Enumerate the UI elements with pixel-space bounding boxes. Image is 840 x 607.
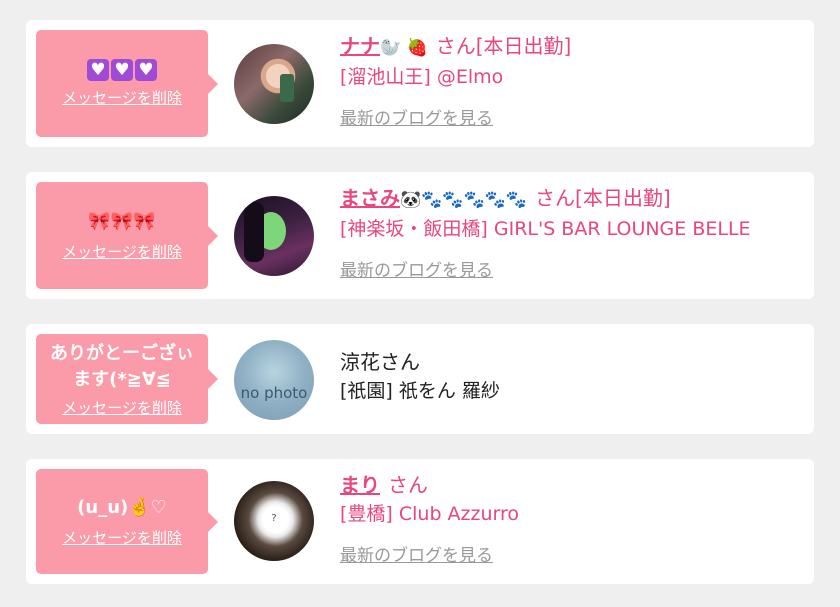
avatar[interactable] xyxy=(234,44,314,124)
shop-text: [神楽坂・飯田橋] GIRL'S BAR LOUNGE BELLE xyxy=(340,218,751,240)
cast-info: 涼花さん [祇園] 祇をん 羅紗 xyxy=(340,348,804,406)
name-decoration: 🐼🐾🐾🐾🐾🐾 xyxy=(400,190,528,210)
message-text: ありがとーござぃ ます(*≧∀≦ xyxy=(50,342,194,390)
cast-info: ナナ🦭 🍓 さん[本日出勤] [溜池山王] @Elmo 最新のブログを見る xyxy=(340,32,804,129)
name-decoration: 🦭 🍓 xyxy=(380,38,428,58)
hearts-emoji: ♥ ♥ ♥ xyxy=(86,59,158,81)
blog-link[interactable]: 最新のブログを見る xyxy=(340,541,493,566)
delete-message-link[interactable]: メッセージを削除 xyxy=(62,87,182,108)
cast-info: まり さん [豊橋] Club Azzurro 最新のブログを見る xyxy=(340,471,804,566)
message-bubble: 🎀🎀🎀 メッセージを削除 xyxy=(36,182,218,289)
cast-name-link[interactable]: ナナ xyxy=(340,34,380,58)
shop-text: [豊橋] Club Azzurro xyxy=(340,503,520,525)
avatar: no photo xyxy=(234,340,314,420)
heart-icon: ♥ xyxy=(135,59,157,81)
shop-text: [祇園] 祇をん 羅紗 xyxy=(340,380,500,402)
delete-message-link[interactable]: メッセージを削除 xyxy=(62,527,182,548)
status-text: さん[本日出勤] xyxy=(535,186,671,210)
message-card: (u_u)🤞♡ メッセージを削除 ? まり さん [豊橋] Club Azzurr… xyxy=(26,459,814,584)
cast-name-link[interactable]: まり xyxy=(340,473,380,497)
message-text: 🎀🎀🎀 xyxy=(88,211,156,232)
message-text: (u_u)🤞♡ xyxy=(77,497,167,518)
message-bubble: ♥ ♥ ♥ メッセージを削除 xyxy=(36,30,218,137)
message-card: 🎀🎀🎀 メッセージを削除 まさみ🐼🐾🐾🐾🐾🐾 さん[本日出勤] [神楽坂・飯田橋]… xyxy=(26,172,814,299)
message-card: ありがとーござぃ ます(*≧∀≦ メッセージを削除 no photo 涼花さん … xyxy=(26,324,814,434)
status-text: さん xyxy=(388,473,428,497)
heart-icon: ♥ xyxy=(87,59,109,81)
heart-icon: ♥ xyxy=(111,59,133,81)
delete-message-link[interactable]: メッセージを削除 xyxy=(62,397,182,418)
status-text: さん[本日出勤] xyxy=(435,34,572,58)
avatar[interactable] xyxy=(234,196,314,276)
blog-link[interactable]: 最新のブログを見る xyxy=(340,256,493,281)
blog-link[interactable]: 最新のブログを見る xyxy=(340,104,493,129)
message-bubble: ありがとーござぃ ます(*≧∀≦ メッセージを削除 xyxy=(36,334,218,424)
cast-info: まさみ🐼🐾🐾🐾🐾🐾 さん[本日出勤] [神楽坂・飯田橋] GIRL'S BAR L… xyxy=(340,184,804,281)
no-photo-text: no photo xyxy=(240,384,308,402)
delete-message-link[interactable]: メッセージを削除 xyxy=(62,241,182,262)
shop-text: [溜池山王] @Elmo xyxy=(340,66,504,88)
message-card: ♥ ♥ ♥ メッセージを削除 ナナ🦭 🍓 さん[本日出勤] [溜池山王] @Elmo … xyxy=(26,20,814,147)
cast-name: 涼花さん xyxy=(340,350,420,374)
cast-name-link[interactable]: まさみ xyxy=(340,186,400,210)
avatar[interactable]: ? xyxy=(234,481,314,561)
message-bubble: (u_u)🤞♡ メッセージを削除 xyxy=(36,469,218,574)
